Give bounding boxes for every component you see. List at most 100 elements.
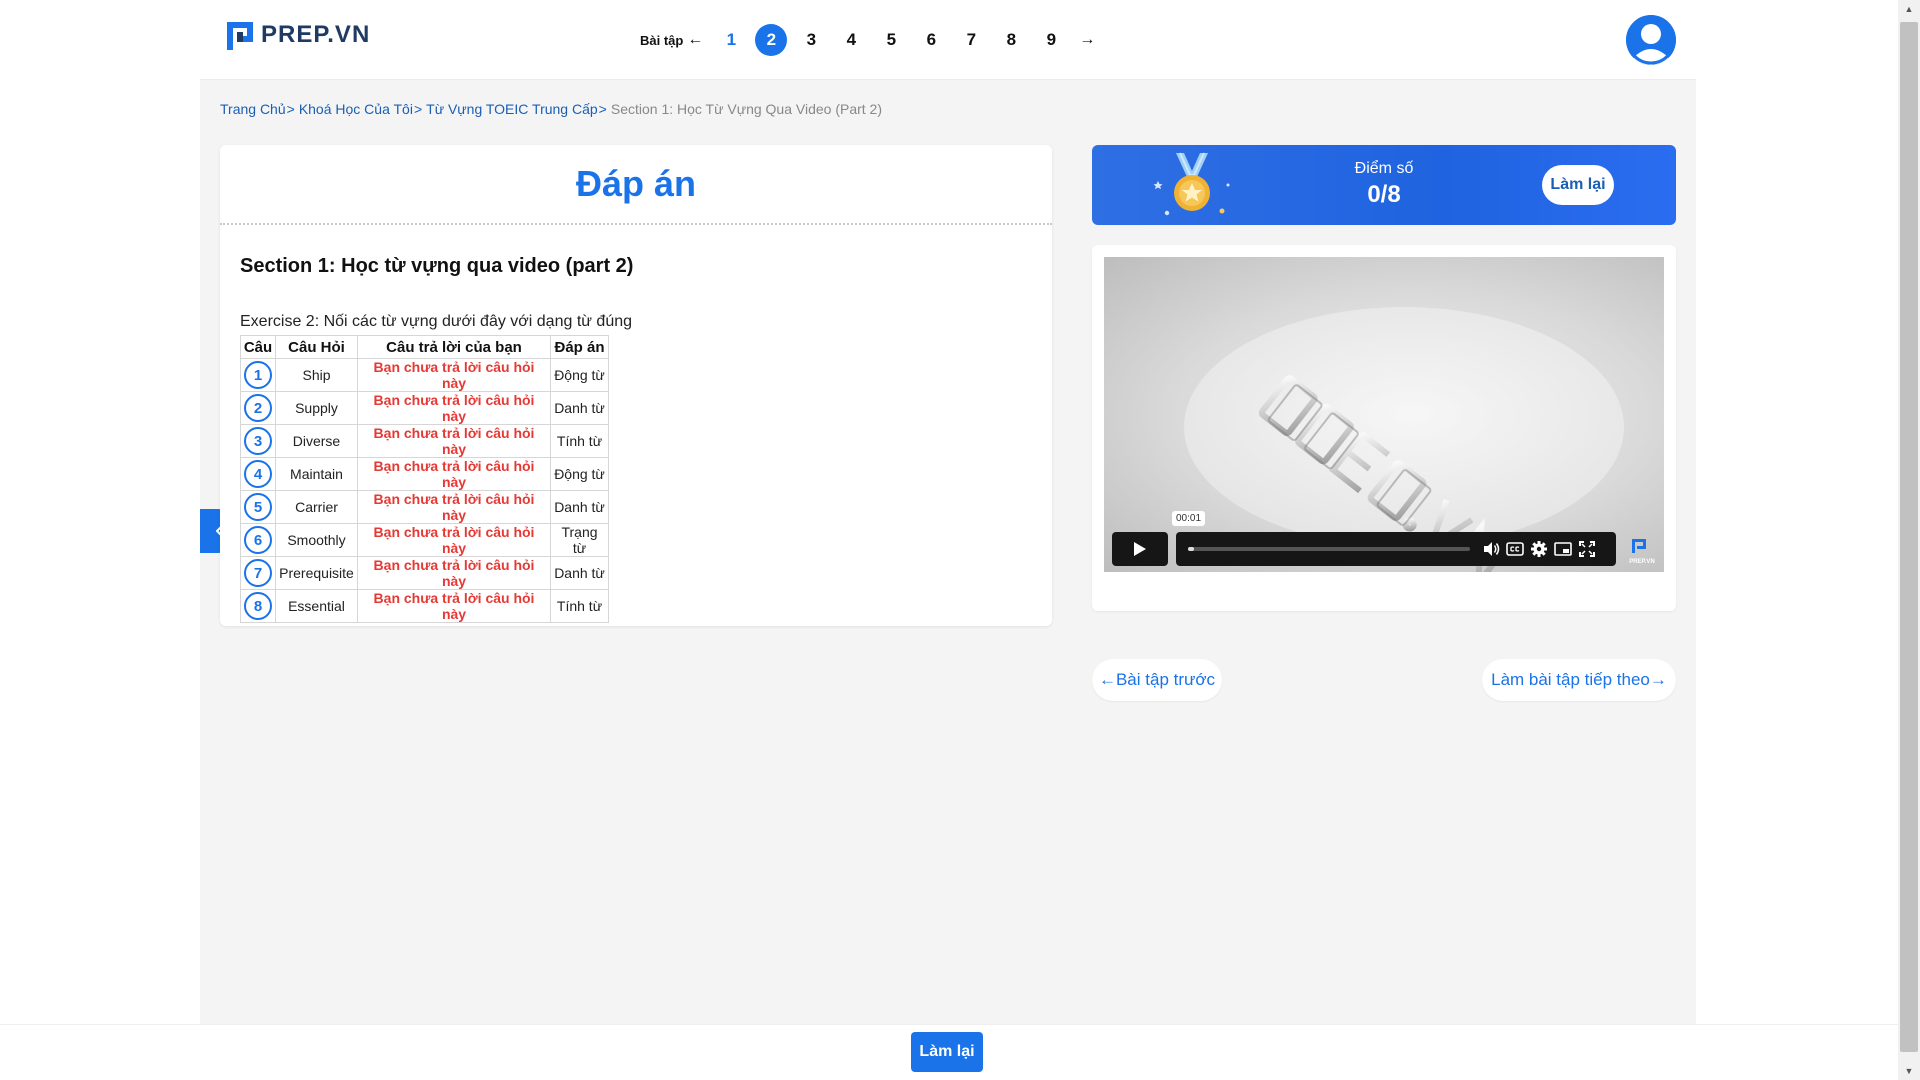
- exercise-link-2[interactable]: 2: [755, 24, 788, 56]
- exercise-next-arrow[interactable]: →: [1079, 31, 1095, 49]
- breadcrumb-separator: >: [286, 101, 295, 117]
- question-number: 1: [244, 361, 272, 389]
- scroll-down-arrow-icon[interactable]: ▼: [1898, 1062, 1920, 1080]
- table-row: 3 Diverse Bạn chưa trả lời câu hỏi này T…: [240, 424, 609, 458]
- next-exercise-button[interactable]: Làm bài tập tiếp theo→: [1482, 659, 1676, 701]
- video-card: 00:01 PREP.VN: [1092, 245, 1676, 611]
- table-row: 2 Supply Bạn chưa trả lời câu hỏi này Da…: [240, 391, 609, 425]
- exercise-prev-arrow[interactable]: ←: [687, 31, 703, 49]
- correct-answer: Danh từ: [550, 556, 609, 590]
- user-answer: Bạn chưa trả lời câu hỏi này: [357, 358, 551, 392]
- exercise-instruction: Exercise 2: Nối các từ vựng dưới đây với…: [240, 313, 633, 330]
- breadcrumb-course[interactable]: Từ Vựng TOEIC Trung Cấp: [426, 101, 598, 117]
- table-row: 4 Maintain Bạn chưa trả lời câu hỏi này …: [240, 457, 609, 491]
- retry-button[interactable]: Làm lại: [1542, 165, 1614, 205]
- question-number: 6: [244, 526, 272, 554]
- volume-icon[interactable]: [1482, 540, 1500, 558]
- breadcrumb-current: Section 1: Học Từ Vựng Qua Video (Part 2…: [610, 101, 882, 117]
- prep-watermark-logo-icon: PREP.VN: [1629, 539, 1655, 565]
- user-answer: Bạn chưa trả lời câu hỏi này: [357, 556, 551, 590]
- breadcrumb-my-courses[interactable]: Khoá Học Của Tôi: [299, 101, 413, 117]
- question-number: 2: [244, 394, 272, 422]
- question-word: Prerequisite: [275, 556, 358, 590]
- correct-answer: Động từ: [550, 457, 609, 491]
- settings-gear-icon[interactable]: [1530, 540, 1548, 558]
- column-header: Câu trả lời của bạn: [357, 335, 551, 359]
- play-icon: [1134, 542, 1146, 556]
- question-word: Supply: [275, 391, 358, 425]
- table-row: 6 Smoothly Bạn chưa trả lời câu hỏi này …: [240, 523, 609, 557]
- exercise-link-8[interactable]: 8: [995, 24, 1027, 56]
- scroll-up-arrow-icon[interactable]: ▲: [1898, 0, 1920, 18]
- question-number: 3: [244, 427, 272, 455]
- user-avatar-icon: [1626, 15, 1676, 65]
- question-word: Ship: [275, 358, 358, 392]
- question-word: Smoothly: [275, 523, 358, 557]
- user-answer: Bạn chưa trả lời câu hỏi này: [357, 523, 551, 557]
- exercise-link-4[interactable]: 4: [835, 24, 867, 56]
- correct-answer: Tính từ: [550, 589, 609, 623]
- breadcrumb: Trang Chủ > Khoá Học Của Tôi > Từ Vựng T…: [220, 101, 882, 117]
- answer-table: Câu Câu Hỏi Câu trả lời của bạn Đáp án 1…: [240, 335, 609, 623]
- question-number: 5: [244, 493, 272, 521]
- question-word: Diverse: [275, 424, 358, 458]
- user-answer: Bạn chưa trả lời câu hỏi này: [357, 391, 551, 425]
- brand-name: PREP.VN: [261, 21, 371, 48]
- watermark-text: PREP.VN: [1629, 559, 1655, 565]
- correct-answer: Động từ: [550, 358, 609, 392]
- correct-answer: Tính từ: [550, 424, 609, 458]
- user-answer: Bạn chưa trả lời câu hỏi này: [357, 457, 551, 491]
- table-row: 5 Carrier Bạn chưa trả lời câu hỏi này D…: [240, 490, 609, 524]
- video-control-bar: [1176, 532, 1616, 566]
- exercise-navigator: Bài tập ← 1 2 3 4 5 6 7 8 9 →: [640, 22, 1103, 58]
- question-number-cell: 7: [240, 556, 276, 590]
- exercise-link-1[interactable]: 1: [715, 24, 747, 56]
- question-number: 4: [244, 460, 272, 488]
- user-answer: Bạn chưa trả lời câu hỏi này: [357, 490, 551, 524]
- user-avatar[interactable]: [1626, 15, 1676, 65]
- exercise-link-6[interactable]: 6: [915, 24, 947, 56]
- correct-answer: Danh từ: [550, 391, 609, 425]
- exercise-nav-label: Bài tập: [640, 32, 684, 48]
- exercise-link-5[interactable]: 5: [875, 24, 907, 56]
- video-player[interactable]: 00:01 PREP.VN: [1104, 257, 1664, 572]
- exercise-link-3[interactable]: 3: [795, 24, 827, 56]
- column-header: Đáp án: [550, 335, 609, 359]
- breadcrumb-separator: >: [598, 101, 607, 117]
- play-button[interactable]: [1112, 532, 1168, 566]
- table-header-row: Câu Câu Hỏi Câu trả lời của bạn Đáp án: [240, 335, 609, 359]
- correct-answer: Danh từ: [550, 490, 609, 524]
- previous-exercise-button[interactable]: ←Bài tập trước: [1092, 659, 1222, 701]
- user-answer: Bạn chưa trả lời câu hỏi này: [357, 589, 551, 623]
- question-word: Maintain: [275, 457, 358, 491]
- video-progress-fill: [1188, 547, 1194, 551]
- bottom-retry-button[interactable]: Làm lại: [911, 1032, 983, 1072]
- column-header: Câu: [240, 335, 276, 359]
- exercise-link-9[interactable]: 9: [1035, 24, 1067, 56]
- fullscreen-icon[interactable]: [1578, 540, 1596, 558]
- table-row: 7 Prerequisite Bạn chưa trả lời câu hỏi …: [240, 556, 609, 590]
- question-word: Essential: [275, 589, 358, 623]
- question-word: Carrier: [275, 490, 358, 524]
- exercise-link-7[interactable]: 7: [955, 24, 987, 56]
- vertical-scrollbar[interactable]: ▲ ▼: [1898, 0, 1920, 1080]
- user-answer: Bạn chưa trả lời câu hỏi này: [357, 424, 551, 458]
- question-number-cell: 4: [240, 457, 276, 491]
- score-card: Điểm số 0/8 Làm lại: [1092, 145, 1676, 225]
- breadcrumb-home[interactable]: Trang Chủ: [220, 101, 286, 117]
- table-row: 1 Ship Bạn chưa trả lời câu hỏi này Động…: [240, 358, 609, 392]
- scrollbar-thumb[interactable]: [1900, 22, 1918, 1052]
- video-progress-bar[interactable]: [1188, 547, 1470, 551]
- picture-in-picture-icon[interactable]: [1554, 540, 1572, 558]
- correct-answer: Trạng từ: [550, 523, 609, 557]
- captions-icon[interactable]: [1506, 540, 1524, 558]
- question-number-cell: 2: [240, 391, 276, 425]
- brand-logo[interactable]: PREP.VN: [227, 20, 370, 50]
- table-row: 8 Essential Bạn chưa trả lời câu hỏi này…: [240, 589, 609, 623]
- section-title: Section 1: Học từ vựng qua video (part 2…: [240, 255, 634, 277]
- prep-logo-icon: [227, 20, 255, 50]
- question-number: 8: [244, 592, 272, 620]
- question-number-cell: 5: [240, 490, 276, 524]
- question-number-cell: 1: [240, 358, 276, 392]
- question-number-cell: 6: [240, 523, 276, 557]
